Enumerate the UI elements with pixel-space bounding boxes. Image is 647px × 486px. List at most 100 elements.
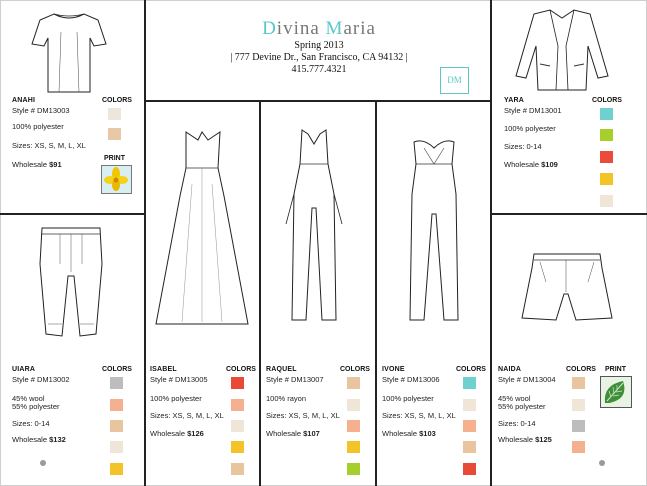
uiara-price: $132 xyxy=(49,435,66,444)
anahi-name: ANAHI xyxy=(12,97,36,104)
isabel-style: Style # DM13005 xyxy=(150,375,208,384)
raquel-material: 100% rayon xyxy=(266,394,307,403)
isabel-color-swatch xyxy=(231,399,244,411)
leaf-print-icon xyxy=(600,376,632,408)
yara-material: 100% polyester xyxy=(504,124,556,133)
isabel-wholesale: Wholesale $126 xyxy=(150,429,204,438)
raquel-wholesale: Wholesale $107 xyxy=(266,429,320,438)
divider-left-panels xyxy=(0,213,146,215)
raquel-color-swatch xyxy=(347,377,360,389)
naida-color-swatch xyxy=(572,441,585,453)
ivone-color-swatch xyxy=(463,420,476,432)
line-sheet-page: Divina Maria Spring 2013 | 777 Devine Dr… xyxy=(0,0,647,486)
uiara-wholesale: Wholesale $132 xyxy=(12,435,66,444)
uiara-sizes: Sizes: 0-14 xyxy=(12,419,50,428)
anahi-material: 100% polyester xyxy=(12,122,64,131)
anahi-color-swatch xyxy=(108,128,121,140)
yara-sizes: Sizes: 0-14 xyxy=(504,142,542,151)
uiara-colors-label: COLORS xyxy=(102,366,132,373)
ivone-price: $103 xyxy=(419,429,436,438)
yara-name: YARA xyxy=(504,97,524,104)
anahi-print-label: PRINT xyxy=(104,155,125,162)
ivone-name: IVONE xyxy=(382,366,405,373)
divider-header xyxy=(144,100,492,102)
anahi-color-swatch xyxy=(108,108,121,120)
ivone-color-swatch xyxy=(463,399,476,411)
yellow-flower-icon xyxy=(101,165,132,194)
page-dot-left xyxy=(40,460,46,466)
yara-wholesale: Wholesale $109 xyxy=(504,160,558,169)
anahi-wholesale: Wholesale $91 xyxy=(12,160,62,169)
address: | 777 Devine Dr., San Francisco, CA 9413… xyxy=(230,52,408,63)
divider-mid-1 xyxy=(259,101,261,486)
naida-price: $125 xyxy=(535,435,552,444)
raquel-color-swatch xyxy=(347,399,360,411)
yara-colors-label: COLORS xyxy=(592,97,622,104)
raquel-color-swatch xyxy=(347,441,360,453)
naida-print-label: PRINT xyxy=(605,366,626,373)
uiara-color-swatch xyxy=(110,377,123,389)
isabel-colors-label: COLORS xyxy=(226,366,256,373)
yara-sketch xyxy=(515,9,609,91)
ivone-style: Style # DM13006 xyxy=(382,375,440,384)
season: Spring 2013 xyxy=(294,40,344,51)
naida-color-swatch xyxy=(572,420,585,432)
uiara-material-2: 55% polyester xyxy=(12,402,60,411)
naida-colors-label: COLORS xyxy=(566,366,596,373)
isabel-name: ISABEL xyxy=(150,366,177,373)
naida-material-2: 55% polyester xyxy=(498,402,546,411)
anahi-colors-label: COLORS xyxy=(102,97,132,104)
page-dot-right xyxy=(599,460,605,466)
raquel-color-swatch xyxy=(347,463,360,475)
isabel-price: $126 xyxy=(187,429,204,438)
yara-color-swatch xyxy=(600,108,613,120)
uiara-color-swatch xyxy=(110,463,123,475)
yara-price: $109 xyxy=(541,160,558,169)
isabel-material: 100% polyester xyxy=(150,394,202,403)
raquel-style: Style # DM13007 xyxy=(266,375,324,384)
ivone-color-swatch xyxy=(463,463,476,475)
uiara-color-swatch xyxy=(110,420,123,432)
ivone-material: 100% polyester xyxy=(382,394,434,403)
raquel-color-swatch xyxy=(347,420,360,432)
divider-mid-2 xyxy=(375,101,377,486)
naida-sizes: Sizes: 0-14 xyxy=(498,419,536,428)
naida-wholesale: Wholesale $125 xyxy=(498,435,552,444)
ivone-color-swatch xyxy=(463,377,476,389)
isabel-color-swatch xyxy=(231,420,244,432)
ivone-wholesale: Wholesale $103 xyxy=(382,429,436,438)
raquel-sketch xyxy=(285,129,343,321)
uiara-style: Style # DM13002 xyxy=(12,375,70,384)
ivone-sketch xyxy=(409,140,459,321)
anahi-sketch xyxy=(31,13,107,93)
isabel-color-swatch xyxy=(231,463,244,475)
yara-color-swatch xyxy=(600,129,613,141)
yara-style: Style # DM13001 xyxy=(504,106,562,115)
naida-color-swatch xyxy=(572,399,585,411)
raquel-name: RAQUEL xyxy=(266,366,297,373)
naida-color-swatch xyxy=(572,377,585,389)
uiara-name: UIARA xyxy=(12,366,36,373)
yara-color-swatch xyxy=(600,173,613,185)
dm-logo: DM xyxy=(440,67,469,94)
yara-color-swatch xyxy=(600,151,613,163)
divider-right-panels xyxy=(490,213,647,215)
raquel-price: $107 xyxy=(303,429,320,438)
ivone-color-swatch xyxy=(463,441,476,453)
naida-name: NAIDA xyxy=(498,366,522,373)
ivone-sizes: Sizes: XS, S, M, L, XL xyxy=(382,411,456,420)
isabel-color-swatch xyxy=(231,441,244,453)
anahi-sizes: Sizes: XS, S, M, L, XL xyxy=(12,141,86,150)
brand-name: Divina Maria xyxy=(262,18,376,39)
ivone-colors-label: COLORS xyxy=(456,366,486,373)
raquel-sizes: Sizes: XS, S, M, L, XL xyxy=(266,411,340,420)
uiara-color-swatch xyxy=(110,441,123,453)
uiara-sketch xyxy=(39,227,103,337)
isabel-sketch xyxy=(155,131,249,325)
raquel-colors-label: COLORS xyxy=(340,366,370,373)
isabel-color-swatch xyxy=(231,377,244,389)
anahi-price: $91 xyxy=(49,160,62,169)
naida-sketch xyxy=(521,253,613,321)
anahi-style: Style # DM13003 xyxy=(12,106,70,115)
yara-color-swatch xyxy=(600,195,613,207)
